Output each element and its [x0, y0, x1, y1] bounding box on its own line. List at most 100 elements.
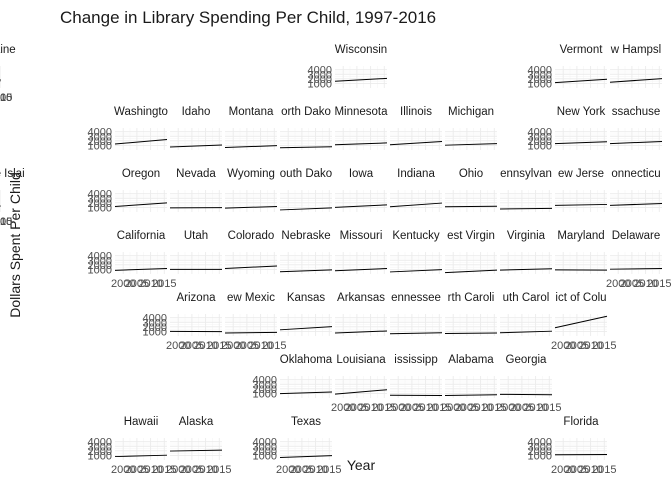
panel-label: ississipp: [394, 354, 437, 366]
series-line: [609, 268, 663, 270]
panel-label: ict of Colu: [555, 292, 606, 304]
panel-7: orth Dako: [279, 106, 333, 150]
panel-label: hode Islai: [0, 168, 25, 180]
panel-48: Alaska2000200520102015: [166, 416, 232, 476]
panel-label: uth Carol: [503, 292, 550, 304]
panel-1: Vermont1000200030004000: [528, 44, 608, 90]
panel-label: onnecticu: [611, 168, 660, 180]
panel-label: Arizona: [177, 292, 217, 304]
panel-49: Texas10002000300040002000200520102015: [253, 416, 342, 476]
panel-6: Montana: [224, 106, 278, 150]
panel-33: Delaware2000200520102015: [606, 230, 672, 290]
panel-label: ssachuse: [612, 106, 661, 118]
panel-25: Utah: [170, 230, 222, 274]
panel-0: Wisconsin1000200030004000: [308, 44, 388, 90]
panel-46: Georgia2000200520102015: [496, 354, 562, 414]
panel-34: Arizona10002000300040002000200520102015: [143, 292, 232, 352]
panel-label: outh Dako: [280, 168, 332, 180]
panel-label: Missouri: [340, 230, 383, 242]
chart: Change in Library Spending Per Child, 19…: [0, 8, 672, 476]
panel-label: orth Dako: [281, 106, 331, 118]
panel-label: Utah: [184, 230, 208, 242]
panel-label: ennessee: [391, 292, 441, 304]
panel-13: Oregon1000200030004000: [88, 168, 168, 214]
panel-8: Minnesota: [334, 106, 388, 150]
x-tick-label: 2015: [0, 216, 12, 228]
panel-29: Kentucky: [389, 230, 443, 274]
panel-label: Iowa: [349, 168, 374, 180]
panel-16: outh Dako: [280, 168, 332, 212]
panel-18: Indiana: [389, 168, 443, 212]
panel-label: Ohio: [459, 168, 483, 180]
panel-2: w Hampsl: [610, 44, 663, 88]
panel-20: ennsylvan: [499, 168, 553, 212]
panel-26: Colorado: [224, 230, 278, 274]
y-tick-label: 4000: [143, 313, 167, 325]
panel-42: Oklahoma1000200030004000: [253, 354, 333, 400]
panel-label: California: [117, 230, 166, 242]
series-line: [499, 207, 553, 210]
panel-41: ict of Colu2000200520102015: [551, 292, 617, 352]
panel-5: Idaho: [169, 106, 223, 150]
y-axis-title: Dollars Spent Per Child: [7, 172, 23, 318]
y-tick-label: 4000: [308, 65, 332, 77]
x-tick-label: 2015: [0, 92, 12, 104]
panel-32: Maryland: [554, 230, 608, 274]
y-tick-label: 4000: [88, 189, 112, 201]
panel-label: Wyoming: [227, 168, 275, 180]
panel-label: Florida: [563, 416, 599, 428]
y-tick-label: 4000: [528, 127, 552, 139]
panel-label: Indiana: [397, 168, 435, 180]
facet-panels: Wisconsin1000200030004000 Vermont10002000…: [0, 44, 672, 476]
x-axis-title: Year: [347, 457, 376, 473]
panel-label: rth Caroli: [448, 292, 495, 304]
panel-label: Kentucky: [392, 230, 440, 242]
panel-17: Iowa: [334, 168, 388, 212]
x-tick-label: 2015: [152, 278, 176, 290]
panel-label: Texas: [291, 416, 321, 428]
panel-22: onnecticu: [609, 168, 663, 212]
panel-label: w Hampsl: [610, 44, 661, 56]
x-tick-label: 2015: [647, 278, 671, 290]
y-tick-label: 4000: [88, 127, 112, 139]
series-line: [444, 394, 498, 396]
panel-28: Missouri: [334, 230, 388, 274]
panel-label: Colorado: [228, 230, 275, 242]
panel-label: New York: [557, 106, 606, 118]
panel-label: Virginia: [507, 230, 546, 242]
panel-label: Oregon: [122, 168, 160, 180]
panel-label: Nevada: [176, 168, 216, 180]
panel-label: Hawaii: [124, 416, 159, 428]
panel-15: Wyoming: [224, 168, 278, 212]
panel-label: est Virgin: [447, 230, 495, 242]
panel-label: Washingto: [114, 106, 168, 118]
panel-label: Kansas: [287, 292, 326, 304]
series-line: [224, 331, 278, 334]
panel-label: ew Mexic: [227, 292, 275, 304]
panel-36: Kansas: [279, 292, 333, 336]
x-tick-label: 2015: [592, 340, 616, 352]
panel-label: Michigan: [448, 106, 494, 118]
x-tick-label: 2015: [592, 464, 616, 476]
panel-39: rth Caroli: [444, 292, 498, 336]
panel-label: Minnesota: [334, 106, 388, 118]
panel-label: ew Jerse: [558, 168, 604, 180]
panel-label: Oklahoma: [280, 354, 333, 366]
panel-label: Maine: [0, 44, 16, 56]
panel-14: Nevada: [169, 168, 223, 212]
panel-label: Alabama: [448, 354, 494, 366]
panel-label: Alaska: [179, 416, 214, 428]
panel-24: California100020003000400020002005201020…: [88, 230, 177, 290]
panel-35: ew Mexic2000200520102015: [221, 292, 287, 352]
x-tick-label: 2015: [207, 464, 231, 476]
y-tick-label: 4000: [528, 437, 552, 449]
panel-38: ennessee: [389, 292, 443, 336]
panel-27: Nebraske: [279, 230, 333, 274]
panel-label: Georgia: [506, 354, 548, 366]
panel-label: Arkansas: [337, 292, 385, 304]
panel-10: Michigan: [444, 106, 498, 150]
panel-label: Vermont: [560, 44, 604, 56]
y-tick-label: 4000: [528, 65, 552, 77]
panel-30: est Virgin: [444, 230, 498, 274]
panel-47: Hawaii10002000300040002000200520102015: [88, 416, 177, 476]
